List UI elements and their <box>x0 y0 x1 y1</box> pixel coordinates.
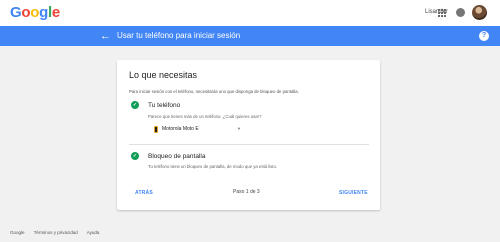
phone-icon <box>154 126 158 133</box>
page-indicator: Paso 1 de 3 <box>233 189 260 195</box>
check-icon: ✓ <box>131 152 139 160</box>
back-button[interactable]: ATRÁS <box>135 190 153 196</box>
requirements-card: Lo que necesitas Para iniciar sesión con… <box>117 60 380 210</box>
device-select[interactable]: Motorola Moto E <box>162 126 199 132</box>
logo-letter: o <box>21 4 31 21</box>
apps-grid-icon[interactable] <box>438 9 446 17</box>
avatar[interactable] <box>472 5 487 20</box>
card-title: Lo que necesitas <box>129 70 198 80</box>
footer-link-terms[interactable]: Términos y privacidad <box>34 230 78 235</box>
footer-link-help[interactable]: Ayuda <box>87 230 100 235</box>
google-logo[interactable]: Google <box>10 4 60 21</box>
step-screen-lock-title: Bloqueo de pantalla <box>148 153 206 160</box>
logo-letter: g <box>39 4 48 21</box>
page-title: Usar tu teléfono para iniciar sesión <box>117 31 241 40</box>
logo-letter: G <box>10 4 22 21</box>
next-button[interactable]: SIGUIENTE <box>339 190 368 196</box>
divider <box>129 144 369 145</box>
check-icon: ✓ <box>131 101 139 109</box>
notifications-icon[interactable] <box>456 8 465 17</box>
help-icon[interactable]: ? <box>479 31 489 41</box>
top-bar: Google Lisander <box>0 0 500 26</box>
step-phone-title: Tu teléfono <box>148 102 181 109</box>
step-screen-lock-subtitle: Tu teléfono tiene un bloqueo de pantalla… <box>148 164 278 169</box>
footer-link-google[interactable]: Google <box>10 230 25 235</box>
intro-text: Para iniciar sesión con el teléfono, nec… <box>129 89 299 94</box>
title-bar: ← Usar tu teléfono para iniciar sesión ? <box>0 26 500 46</box>
footer: Google Términos y privacidad Ayuda <box>10 230 107 235</box>
chevron-down-icon[interactable]: ▼ <box>237 126 241 131</box>
back-arrow-icon[interactable]: ← <box>100 29 111 43</box>
logo-letter: e <box>51 4 60 21</box>
step-phone-subtitle: Parece que tienes más de un teléfono. ¿C… <box>148 114 262 119</box>
logo-letter: o <box>30 4 40 21</box>
